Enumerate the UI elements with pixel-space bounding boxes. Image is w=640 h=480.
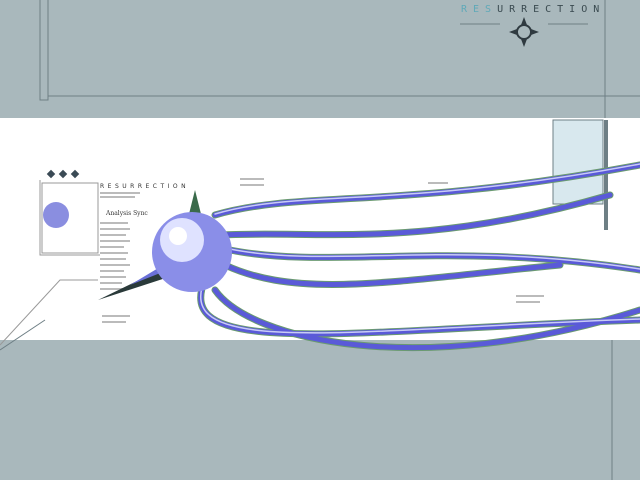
panel-title: RESURRECTION bbox=[100, 183, 190, 190]
frame-line bbox=[39, 0, 640, 101]
title-highlight: RES bbox=[461, 4, 498, 15]
artwork bbox=[0, 0, 640, 480]
frame-line bbox=[0, 319, 46, 351]
app-title: RESURRECTION bbox=[461, 4, 605, 15]
section-label: Analysis Sync bbox=[106, 210, 148, 217]
diamond-icon bbox=[58, 169, 68, 179]
emblem-icon bbox=[509, 17, 539, 47]
title-rest: URRECTION bbox=[497, 4, 606, 15]
diamond-icon bbox=[46, 169, 56, 179]
corner-panel bbox=[552, 119, 604, 205]
thumbnail-sphere bbox=[43, 202, 69, 228]
diamond-icon bbox=[70, 169, 80, 179]
